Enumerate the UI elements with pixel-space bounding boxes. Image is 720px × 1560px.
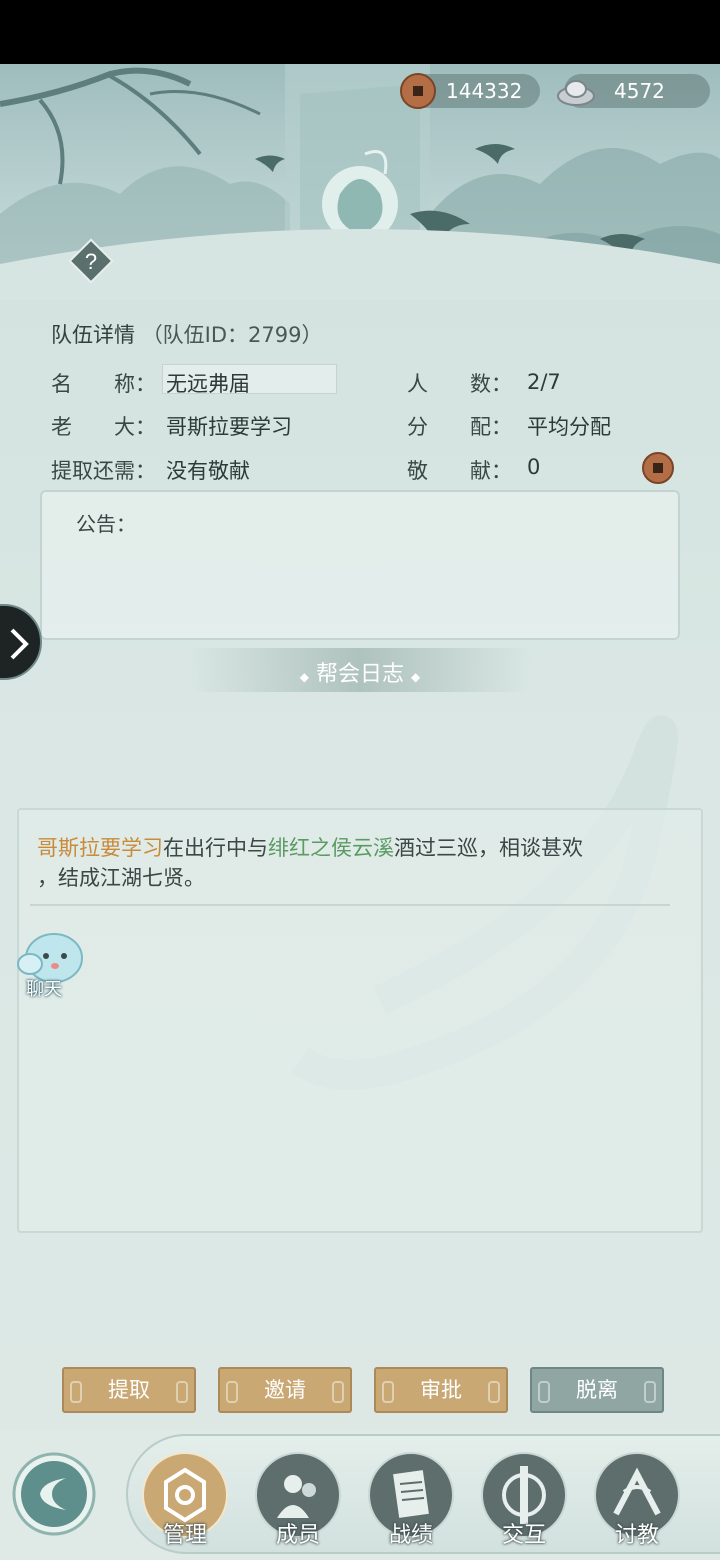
log-title-text: 帮会日志 [315, 662, 404, 687]
back-button[interactable] [12, 1452, 96, 1536]
nav-members-label[interactable]: 成员 [255, 1517, 341, 1549]
chevron-right-icon [10, 628, 29, 660]
copper-coin-icon [400, 73, 436, 109]
leave-button[interactable]: 脱离 [530, 1367, 664, 1413]
team-id-text: （队伍ID：2799） [141, 323, 323, 347]
approve-button[interactable]: 审批 [374, 1367, 508, 1413]
log-entry-line1: 哥斯拉要学习在出行中与绯红之侯云溪酒过三巡，相谈甚欢 [37, 832, 583, 862]
chat-label[interactable]: 聊天 [26, 975, 62, 1001]
copper-coin-amount: 144332 [446, 79, 523, 103]
silver-ingot-counter: 4572 [557, 74, 710, 108]
nav-record-label[interactable]: 战绩 [368, 1517, 454, 1549]
log-entry-line2: ，结成江湖七贤。 [37, 866, 205, 890]
notice-label: 公告： [76, 512, 136, 536]
log-text-end: 酒过三巡，相谈甚欢 [394, 836, 583, 860]
team-name-label: 名 称： [51, 372, 156, 396]
distribution-value: 平均分配 [527, 415, 611, 439]
notice-board[interactable] [40, 490, 680, 640]
team-name-value: 无远弗届 [166, 372, 250, 396]
silver-ingot-icon [557, 80, 595, 106]
tribute-coin-icon[interactable] [640, 450, 676, 486]
member-count-label: 人 数： [407, 372, 512, 396]
copper-coin-counter: 144332 [400, 73, 540, 109]
team-detail-title: 队伍详情 （队伍ID：2799） [51, 319, 323, 349]
invite-button[interactable]: 邀请 [218, 1367, 352, 1413]
team-title-text: 队伍详情 [51, 323, 135, 347]
status-bar [0, 0, 720, 64]
withdraw-requirement-value: 没有敬献 [166, 459, 250, 483]
silver-ingot-amount: 4572 [614, 79, 665, 103]
nav-manage-label[interactable]: 管理 [142, 1517, 228, 1549]
tribute-label: 敬 献： [407, 459, 512, 483]
log-title: ◆ 帮会日志 ◆ [280, 656, 440, 688]
distribution-label: 分 配： [407, 415, 512, 439]
leader-value: 哥斯拉要学习 [166, 415, 292, 439]
diamond-left-icon: ◆ [299, 670, 309, 684]
log-text-mid: 在出行中与 [163, 836, 268, 860]
nav-teach-label[interactable]: 讨教 [594, 1517, 680, 1549]
nav-interact-label[interactable]: 交互 [481, 1517, 567, 1549]
diamond-right-icon: ◆ [411, 670, 421, 684]
svg-text:?: ? [85, 249, 97, 274]
withdraw-requirement-label: 提取还需： [51, 459, 156, 483]
tribute-value: 0 [527, 455, 541, 479]
leader-label: 老 大： [51, 415, 156, 439]
withdraw-button[interactable]: 提取 [62, 1367, 196, 1413]
log-actor-name[interactable]: 哥斯拉要学习 [37, 836, 163, 860]
log-separator [30, 904, 670, 906]
help-icon[interactable]: ? [66, 236, 116, 286]
log-target-name[interactable]: 绯红之侯云溪 [268, 836, 394, 860]
member-count-value: 2/7 [527, 370, 561, 394]
